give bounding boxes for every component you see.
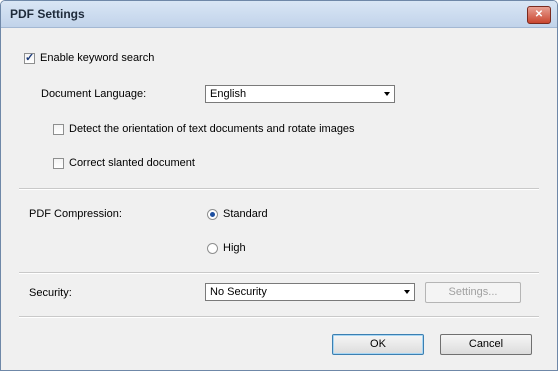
chevron-down-icon xyxy=(384,92,390,96)
document-language-select[interactable]: English xyxy=(205,85,395,103)
separator xyxy=(19,188,539,190)
security-label: Security: xyxy=(29,287,72,299)
document-language-value: English xyxy=(210,88,247,100)
chevron-down-icon xyxy=(404,290,410,294)
pdf-settings-dialog: PDF Settings ✕ ✓ Enable keyword search D… xyxy=(0,0,558,371)
security-select[interactable]: No Security xyxy=(205,283,415,301)
correct-slanted-label: Correct slanted document xyxy=(69,157,195,169)
document-language-label: Document Language: xyxy=(41,88,147,100)
pdf-compression-label: PDF Compression: xyxy=(29,208,122,220)
compression-standard-label: Standard xyxy=(223,208,268,220)
check-icon: ✓ xyxy=(25,52,35,64)
title-bar: PDF Settings ✕ xyxy=(1,1,557,28)
detect-orientation-label: Detect the orientation of text documents… xyxy=(69,123,355,135)
compression-standard-radio[interactable] xyxy=(207,209,218,220)
ok-button[interactable]: OK xyxy=(332,334,424,355)
dialog-title: PDF Settings xyxy=(10,7,85,21)
separator xyxy=(19,272,539,274)
enable-keyword-search-checkbox[interactable]: ✓ xyxy=(24,52,35,64)
cancel-button[interactable]: Cancel xyxy=(440,334,532,355)
close-icon: ✕ xyxy=(534,9,544,20)
security-value: No Security xyxy=(210,286,267,298)
correct-slanted-checkbox[interactable] xyxy=(53,158,64,169)
dialog-body: ✓ Enable keyword search Document Languag… xyxy=(9,28,549,370)
separator xyxy=(19,316,539,318)
radio-selected-dot xyxy=(210,212,215,217)
enable-keyword-search-label: Enable keyword search xyxy=(40,52,155,64)
close-button[interactable]: ✕ xyxy=(527,6,551,24)
detect-orientation-checkbox[interactable] xyxy=(53,124,64,135)
security-settings-button[interactable]: Settings... xyxy=(425,282,521,303)
compression-high-label: High xyxy=(223,242,246,254)
compression-high-radio[interactable] xyxy=(207,243,218,254)
